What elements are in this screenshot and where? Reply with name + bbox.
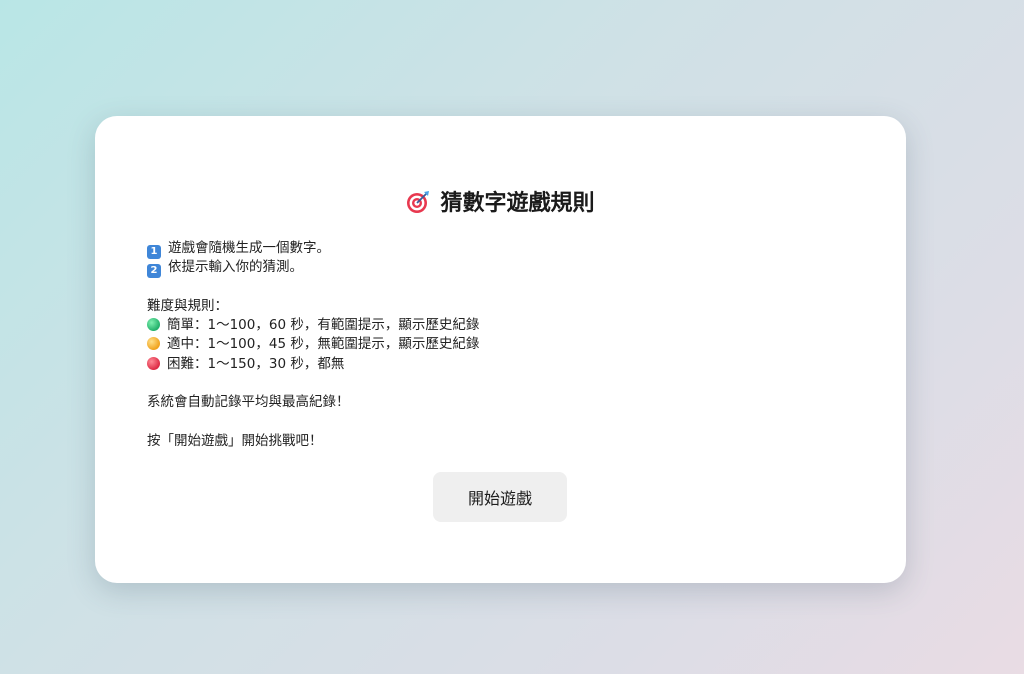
step-text: 依提示輸入你的猜測。 bbox=[168, 259, 303, 276]
record-note: 系統會自動記錄平均與最高紀錄！ bbox=[147, 394, 350, 411]
title-text: 猜數字遊戲規則 bbox=[440, 191, 595, 216]
difficulty-heading: 難度與規則： bbox=[147, 297, 228, 314]
green-circle-icon bbox=[147, 318, 160, 332]
red-circle-icon bbox=[147, 356, 160, 370]
difficulty-text: 適中：1～100，45 秒，無範圍提示，顯示歷史紀錄 bbox=[167, 336, 480, 353]
difficulty-item-medium: 適中：1～100，45 秒，無範圍提示，顯示歷史紀錄 bbox=[147, 335, 479, 354]
difficulty-item-easy: 簡單：1～100，60 秒，有範圍提示，顯示歷史紀錄 bbox=[147, 316, 479, 335]
page-title: 猜數字遊戲規則 bbox=[95, 188, 906, 220]
yellow-circle-icon bbox=[147, 337, 160, 351]
start-game-button[interactable]: 開始遊戲 bbox=[433, 472, 567, 522]
keycap-1-icon: 1 bbox=[147, 245, 161, 259]
difficulty-item-hard: 困難：1～150，30 秒，都無 bbox=[147, 355, 479, 374]
step-text: 遊戲會隨機生成一個數字。 bbox=[168, 240, 330, 256]
target-dart-icon bbox=[407, 191, 430, 213]
difficulty-text: 簡單：1～100，60 秒，有範圍提示，顯示歷史紀錄 bbox=[167, 317, 480, 334]
keycap-2-icon: 2 bbox=[147, 264, 161, 279]
rules-text: 1 遊戲會隨機生成一個數字。 2 依提示輸入你的猜測。 難度與規則： 簡單：1～10… bbox=[147, 239, 479, 451]
step-item: 1 遊戲會隨機生成一個數字。 bbox=[147, 239, 479, 259]
start-prompt: 按「開始遊戲」開始挑戰吧！ bbox=[147, 432, 323, 449]
step-item: 2 依提示輸入你的猜測。 bbox=[147, 258, 479, 279]
difficulty-text: 困難：1～150，30 秒，都無 bbox=[167, 355, 345, 372]
rules-card: 猜數字遊戲規則 1 遊戲會隨機生成一個數字。 2 依提示輸入你的猜測。 難度與規則：… bbox=[95, 116, 906, 583]
